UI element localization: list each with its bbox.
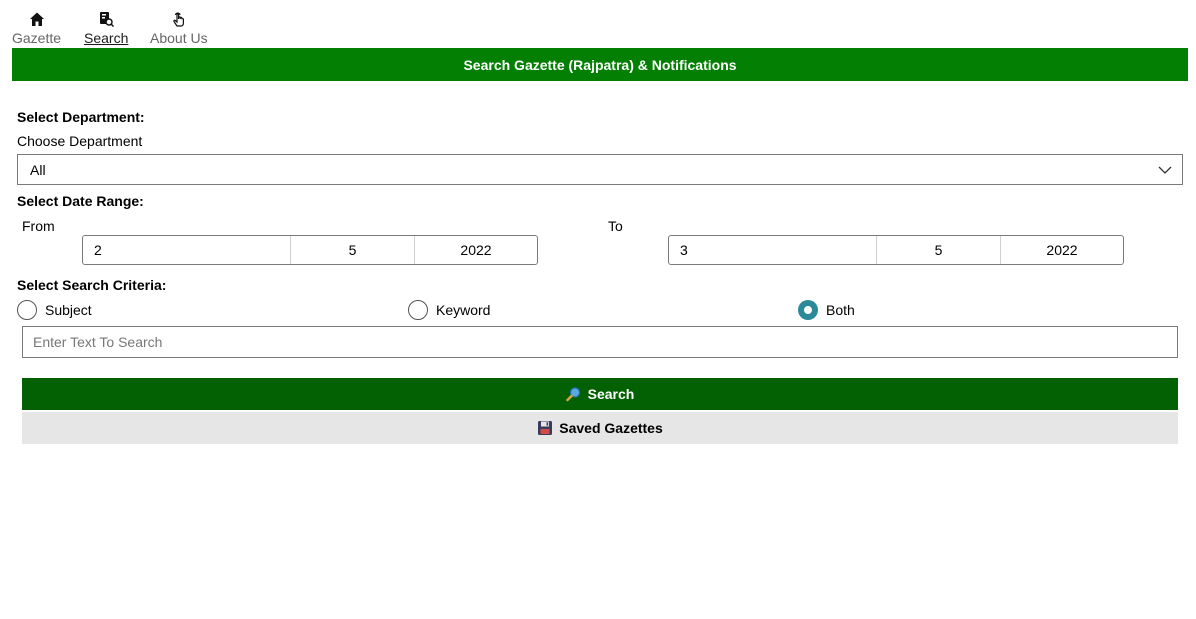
- from-label: From: [22, 218, 55, 234]
- from-year-field[interactable]: 2022: [415, 236, 537, 264]
- radio-circle[interactable]: [408, 300, 428, 320]
- search-button-label: Search: [587, 386, 635, 402]
- nav-label-search: Search: [84, 30, 129, 46]
- department-selected-value: All: [30, 161, 46, 178]
- search-document-icon: [97, 10, 115, 28]
- to-day-field[interactable]: 3: [669, 236, 877, 264]
- nav-item-search[interactable]: Search: [84, 10, 128, 46]
- touch-hand-icon: [170, 10, 188, 28]
- radio-circle-checked[interactable]: [798, 300, 818, 320]
- nav-item-gazette[interactable]: Gazette: [12, 10, 61, 46]
- magnifier-icon: [565, 386, 582, 402]
- radio-subject-label: Subject: [45, 302, 92, 318]
- search-text-input[interactable]: [22, 326, 1178, 358]
- to-date-picker[interactable]: 3 5 2022: [668, 235, 1124, 265]
- to-label: To: [608, 218, 623, 234]
- page-title: Search Gazette (Rajpatra) & Notification…: [463, 56, 737, 73]
- radio-keyword[interactable]: Keyword: [408, 300, 490, 320]
- radio-both-label: Both: [826, 302, 855, 318]
- department-section-label: Select Department:: [17, 109, 145, 125]
- to-month-field[interactable]: 5: [877, 236, 1001, 264]
- home-icon: [28, 10, 46, 28]
- nav-label-about-us: About Us: [150, 30, 208, 46]
- radio-subject[interactable]: Subject: [17, 300, 92, 320]
- page-title-banner: Search Gazette (Rajpatra) & Notification…: [12, 48, 1188, 81]
- from-day-field[interactable]: 2: [83, 236, 291, 264]
- from-date-picker[interactable]: 2 5 2022: [82, 235, 538, 265]
- nav-item-about-us[interactable]: About Us: [150, 10, 208, 46]
- date-range-section-label: Select Date Range:: [17, 193, 144, 209]
- nav-label-gazette: Gazette: [12, 30, 62, 46]
- chevron-down-icon: [1158, 163, 1172, 177]
- saved-gazettes-button-label: Saved Gazettes: [559, 420, 663, 436]
- radio-circle[interactable]: [17, 300, 37, 320]
- radio-keyword-label: Keyword: [436, 302, 491, 318]
- department-select[interactable]: All: [17, 154, 1183, 185]
- floppy-disk-icon: [537, 420, 553, 436]
- from-month-field[interactable]: 5: [291, 236, 415, 264]
- top-navigation: Gazette Search About Us: [0, 0, 1196, 48]
- saved-gazettes-button[interactable]: Saved Gazettes: [22, 412, 1178, 444]
- radio-both[interactable]: Both: [798, 300, 855, 320]
- choose-department-label: Choose Department: [17, 133, 143, 149]
- criteria-section-label: Select Search Criteria:: [17, 277, 167, 293]
- to-year-field[interactable]: 2022: [1001, 236, 1123, 264]
- search-button[interactable]: Search: [22, 378, 1178, 410]
